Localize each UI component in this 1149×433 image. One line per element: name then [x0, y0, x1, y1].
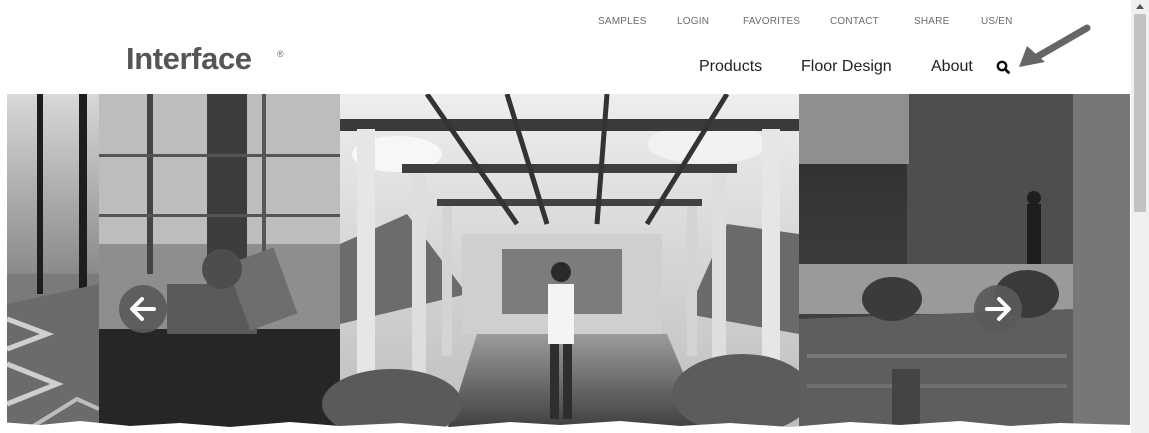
contact-link[interactable]: CONTACT [830, 16, 879, 27]
carousel-prev-button[interactable] [118, 284, 168, 334]
scroll-up-arrow-icon[interactable] [1131, 0, 1149, 14]
locale-link[interactable]: US/EN [981, 16, 1013, 27]
hero-slide-loft [99, 94, 340, 430]
hero-slide-pergola [322, 94, 812, 430]
search-icon[interactable] [995, 58, 1013, 76]
arrow-right-icon [974, 285, 1022, 333]
carousel-next-button[interactable] [973, 284, 1023, 334]
logo[interactable]: Interface [126, 41, 252, 77]
hero-carousel [7, 94, 1130, 430]
hero-slide-left-edge [7, 94, 100, 430]
nav-products[interactable]: Products [699, 58, 762, 76]
nav-about[interactable]: About [931, 58, 973, 76]
page: SAMPLES LOGIN FAVORITES CONTACT SHARE US… [0, 0, 1149, 433]
scrollbar-thumb[interactable] [1134, 14, 1146, 212]
arrow-left-icon [119, 285, 167, 333]
logo-registered-mark: ® [277, 49, 284, 59]
scrollbar[interactable] [1131, 0, 1149, 433]
pointer-arrow-icon [1015, 22, 1093, 72]
samples-link[interactable]: SAMPLES [598, 16, 647, 27]
nav-floor-design[interactable]: Floor Design [801, 58, 892, 76]
favorites-link[interactable]: FAVORITES [743, 16, 800, 27]
torn-edge [0, 421, 1131, 433]
login-link[interactable]: LOGIN [677, 16, 709, 27]
hero-slide-living-wall [799, 94, 1130, 430]
share-link[interactable]: SHARE [914, 16, 949, 27]
